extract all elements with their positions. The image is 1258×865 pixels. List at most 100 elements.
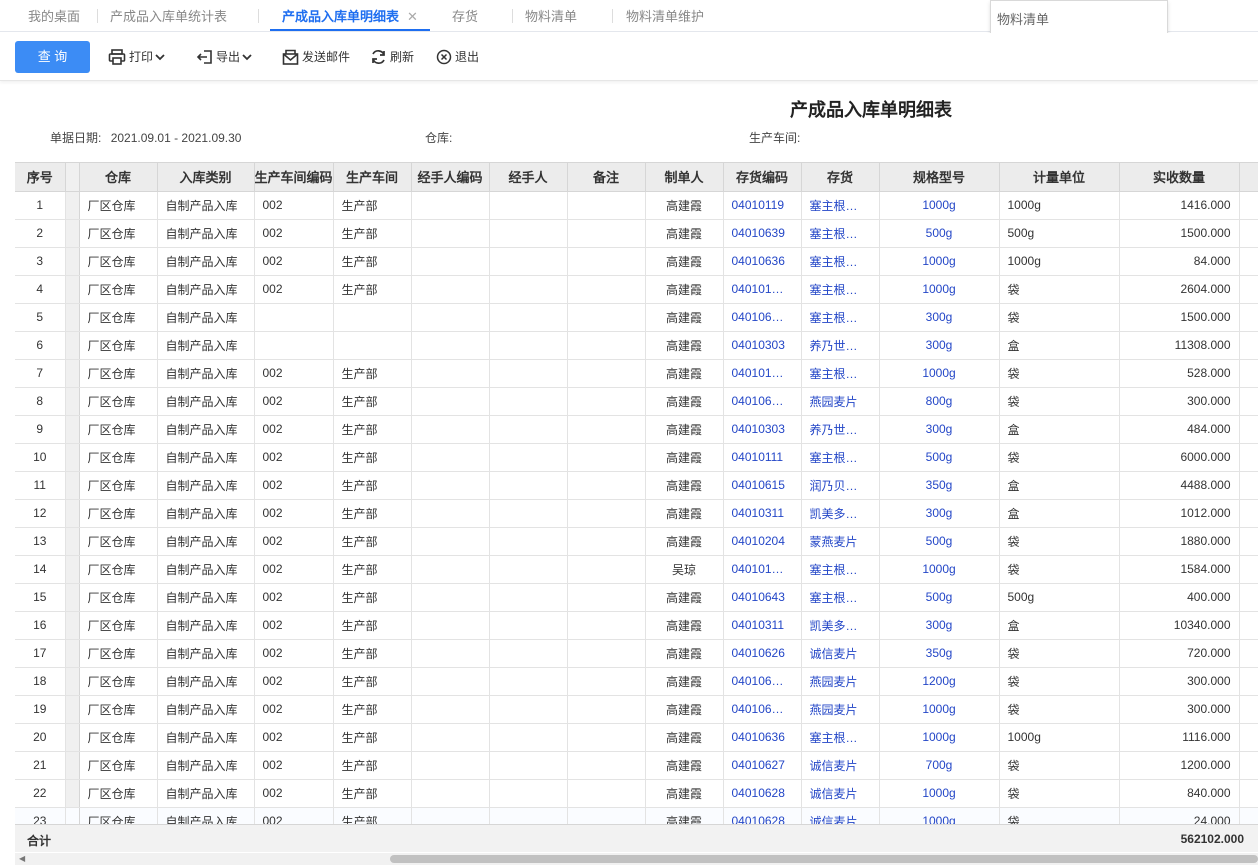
column-header[interactable]: 制单人 <box>645 163 724 192</box>
handler-code-cell <box>411 499 490 528</box>
table-row[interactable]: 15 厂区仓库 自制产品入库 002 生产部 高建霞 04010643 塞主根… 500g 500… <box>15 583 1258 612</box>
item-code-cell[interactable]: 04010311 <box>723 611 802 640</box>
row-number: 21 <box>15 751 66 780</box>
column-header[interactable]: 生产车间编码 <box>254 163 334 192</box>
item-name-cell[interactable]: 塞主根… <box>801 583 880 612</box>
table-row[interactable]: 1 厂区仓库 自制产品入库 002 生产部 高建霞 04010119 塞主根… 1000g 100… <box>15 191 1258 220</box>
handler-code-cell <box>411 219 490 248</box>
item-code-cell[interactable]: 04010303 <box>723 415 802 444</box>
table-row[interactable]: 7 厂区仓库 自制产品入库 002 生产部 高建霞 040101… 塞主根… 1000g 袋 528… <box>15 359 1258 388</box>
table-row[interactable]: 3 厂区仓库 自制产品入库 002 生产部 高建霞 04010636 塞主根… 1000g 100… <box>15 247 1258 276</box>
table-row[interactable]: 22 厂区仓库 自制产品入库 002 生产部 高建霞 04010628 诚信麦片 1000g 袋 8… <box>15 779 1258 808</box>
column-header[interactable]: 计量单位 <box>999 163 1120 192</box>
item-code-cell[interactable]: 04010636 <box>723 247 802 276</box>
table-row[interactable]: 21 厂区仓库 自制产品入库 002 生产部 高建霞 04010627 诚信麦片 700g 袋 12… <box>15 751 1258 780</box>
item-name-cell[interactable]: 塞主根… <box>801 191 880 220</box>
item-code-cell[interactable]: 04010303 <box>723 331 802 360</box>
item-name-cell[interactable]: 养乃世… <box>801 415 880 444</box>
horizontal-scrollbar[interactable]: ◀ <box>15 853 1258 865</box>
item-name-cell[interactable]: 润乃贝… <box>801 471 880 500</box>
item-name-cell[interactable]: 塞主根… <box>801 443 880 472</box>
column-header[interactable]: 实收数量 <box>1119 163 1240 192</box>
item-code-cell[interactable]: 04010639 <box>723 219 802 248</box>
column-header[interactable]: 经手人编码 <box>411 163 490 192</box>
tab-bom[interactable]: 物料清单 <box>525 0 577 32</box>
export-button[interactable]: 导出 <box>196 41 255 73</box>
column-header[interactable]: 序号 <box>15 163 66 192</box>
item-name-cell[interactable]: 塞主根… <box>801 555 880 584</box>
query-button[interactable]: 查 询 <box>15 41 90 73</box>
item-name-cell[interactable]: 诚信麦片 <box>801 779 880 808</box>
tab-bom-maintenance[interactable]: 物料清单维护 <box>626 0 704 32</box>
item-code-cell[interactable]: 04010615 <box>723 471 802 500</box>
item-code-cell[interactable]: 04010119 <box>723 191 802 220</box>
item-code-cell[interactable]: 04010636 <box>723 723 802 752</box>
item-name-cell[interactable]: 塞主根… <box>801 303 880 332</box>
send-email-button[interactable]: 发送邮件 <box>282 41 350 73</box>
item-code-cell[interactable]: 04010627 <box>723 751 802 780</box>
item-name-cell[interactable]: 诚信麦片 <box>801 751 880 780</box>
item-name-cell[interactable]: 塞主根… <box>801 275 880 304</box>
tab-inventory[interactable]: 存货 <box>452 0 478 32</box>
item-name-cell[interactable]: 塞主根… <box>801 359 880 388</box>
item-code-cell[interactable]: 04010204 <box>723 527 802 556</box>
item-name-cell[interactable]: 凯美多… <box>801 611 880 640</box>
item-code-cell[interactable]: 040106… <box>723 667 802 696</box>
column-header[interactable]: 入库类别 <box>157 163 255 192</box>
table-row[interactable]: 8 厂区仓库 自制产品入库 002 生产部 高建霞 040106… 燕园麦片 800g 袋 300.… <box>15 387 1258 416</box>
table-row[interactable]: 12 厂区仓库 自制产品入库 002 生产部 高建霞 04010311 凯美多… 300g 盒 10… <box>15 499 1258 528</box>
item-name-cell[interactable]: 塞主根… <box>801 219 880 248</box>
table-row[interactable]: 2 厂区仓库 自制产品入库 002 生产部 高建霞 04010639 塞主根… 500g 500g… <box>15 219 1258 248</box>
table-row[interactable]: 20 厂区仓库 自制产品入库 002 生产部 高建霞 04010636 塞主根… 1000g 10… <box>15 723 1258 752</box>
scrollbar-thumb[interactable] <box>390 855 1258 863</box>
tab-inbound-summary[interactable]: 产成品入库单统计表 <box>110 0 227 32</box>
close-icon[interactable]: ✕ <box>407 9 418 24</box>
item-name-cell[interactable]: 凯美多… <box>801 499 880 528</box>
table-row[interactable]: 4 厂区仓库 自制产品入库 002 生产部 高建霞 040101… 塞主根… 1000g 袋 260… <box>15 275 1258 304</box>
table-row[interactable]: 11 厂区仓库 自制产品入库 002 生产部 高建霞 04010615 润乃贝… 350g 盒 44… <box>15 471 1258 500</box>
item-name-cell[interactable]: 燕园麦片 <box>801 695 880 724</box>
item-name-cell[interactable]: 诚信麦片 <box>801 639 880 668</box>
item-code-cell[interactable]: 04010311 <box>723 499 802 528</box>
item-code-cell[interactable]: 040101… <box>723 359 802 388</box>
item-name-cell[interactable]: 塞主根… <box>801 723 880 752</box>
scroll-left-icon[interactable]: ◀ <box>19 854 25 863</box>
column-header[interactable]: 存货 <box>801 163 880 192</box>
table-row[interactable]: 6 厂区仓库 自制产品入库 高建霞 04010303 养乃世… 300g 盒 11308.000 <box>15 331 1258 360</box>
item-code-cell[interactable]: 040101… <box>723 555 802 584</box>
item-code-cell[interactable]: 040106… <box>723 303 802 332</box>
item-name-cell[interactable]: 燕园麦片 <box>801 387 880 416</box>
table-row[interactable]: 16 厂区仓库 自制产品入库 002 生产部 高建霞 04010311 凯美多… 300g 盒 10… <box>15 611 1258 640</box>
tab-desktop[interactable]: 我的桌面 <box>28 0 80 32</box>
table-row[interactable]: 19 厂区仓库 自制产品入库 002 生产部 高建霞 040106… 燕园麦片 1000g 袋 30… <box>15 695 1258 724</box>
column-header[interactable]: 规格型号 <box>879 163 1000 192</box>
print-button[interactable]: 打印 <box>108 41 168 73</box>
item-name-cell[interactable]: 养乃世… <box>801 331 880 360</box>
item-code-cell[interactable]: 04010643 <box>723 583 802 612</box>
tab-inbound-detail[interactable]: 产成品入库单明细表 ✕ <box>270 0 430 32</box>
table-row[interactable]: 10 厂区仓库 自制产品入库 002 生产部 高建霞 04010111 塞主根… 500g 袋 60… <box>15 443 1258 472</box>
column-header[interactable]: 仓库 <box>79 163 158 192</box>
table-row[interactable]: 5 厂区仓库 自制产品入库 高建霞 040106… 塞主根… 300g 袋 1500.000 <box>15 303 1258 332</box>
item-name-cell[interactable]: 燕园麦片 <box>801 667 880 696</box>
table-row[interactable]: 13 厂区仓库 自制产品入库 002 生产部 高建霞 04010204 蒙燕麦片 500g 袋 18… <box>15 527 1258 556</box>
search-suggestion-box[interactable]: 物料清单 <box>990 0 1168 35</box>
table-row[interactable]: 17 厂区仓库 自制产品入库 002 生产部 高建霞 04010626 诚信麦片 350g 袋 72… <box>15 639 1258 668</box>
item-code-cell[interactable]: 040106… <box>723 387 802 416</box>
item-code-cell[interactable]: 04010628 <box>723 779 802 808</box>
table-row[interactable]: 18 厂区仓库 自制产品入库 002 生产部 高建霞 040106… 燕园麦片 1200g 袋 30… <box>15 667 1258 696</box>
item-code-cell[interactable]: 040101… <box>723 275 802 304</box>
item-code-cell[interactable]: 040106… <box>723 695 802 724</box>
item-code-cell[interactable]: 04010626 <box>723 639 802 668</box>
item-code-cell[interactable]: 04010111 <box>723 443 802 472</box>
column-header[interactable]: 存货编码 <box>723 163 802 192</box>
item-name-cell[interactable]: 蒙燕麦片 <box>801 527 880 556</box>
table-row[interactable]: 9 厂区仓库 自制产品入库 002 生产部 高建霞 04010303 养乃世… 300g 盒 484… <box>15 415 1258 444</box>
column-header[interactable]: 生产车间 <box>333 163 412 192</box>
refresh-button[interactable]: 刷新 <box>370 41 414 73</box>
item-name-cell[interactable]: 塞主根… <box>801 247 880 276</box>
column-header[interactable]: 经手人 <box>489 163 568 192</box>
column-header[interactable]: 备注 <box>567 163 646 192</box>
table-row[interactable]: 14 厂区仓库 自制产品入库 002 生产部 吴琼 040101… 塞主根… 1000g 袋 158… <box>15 555 1258 584</box>
exit-button[interactable]: 退出 <box>436 41 479 73</box>
